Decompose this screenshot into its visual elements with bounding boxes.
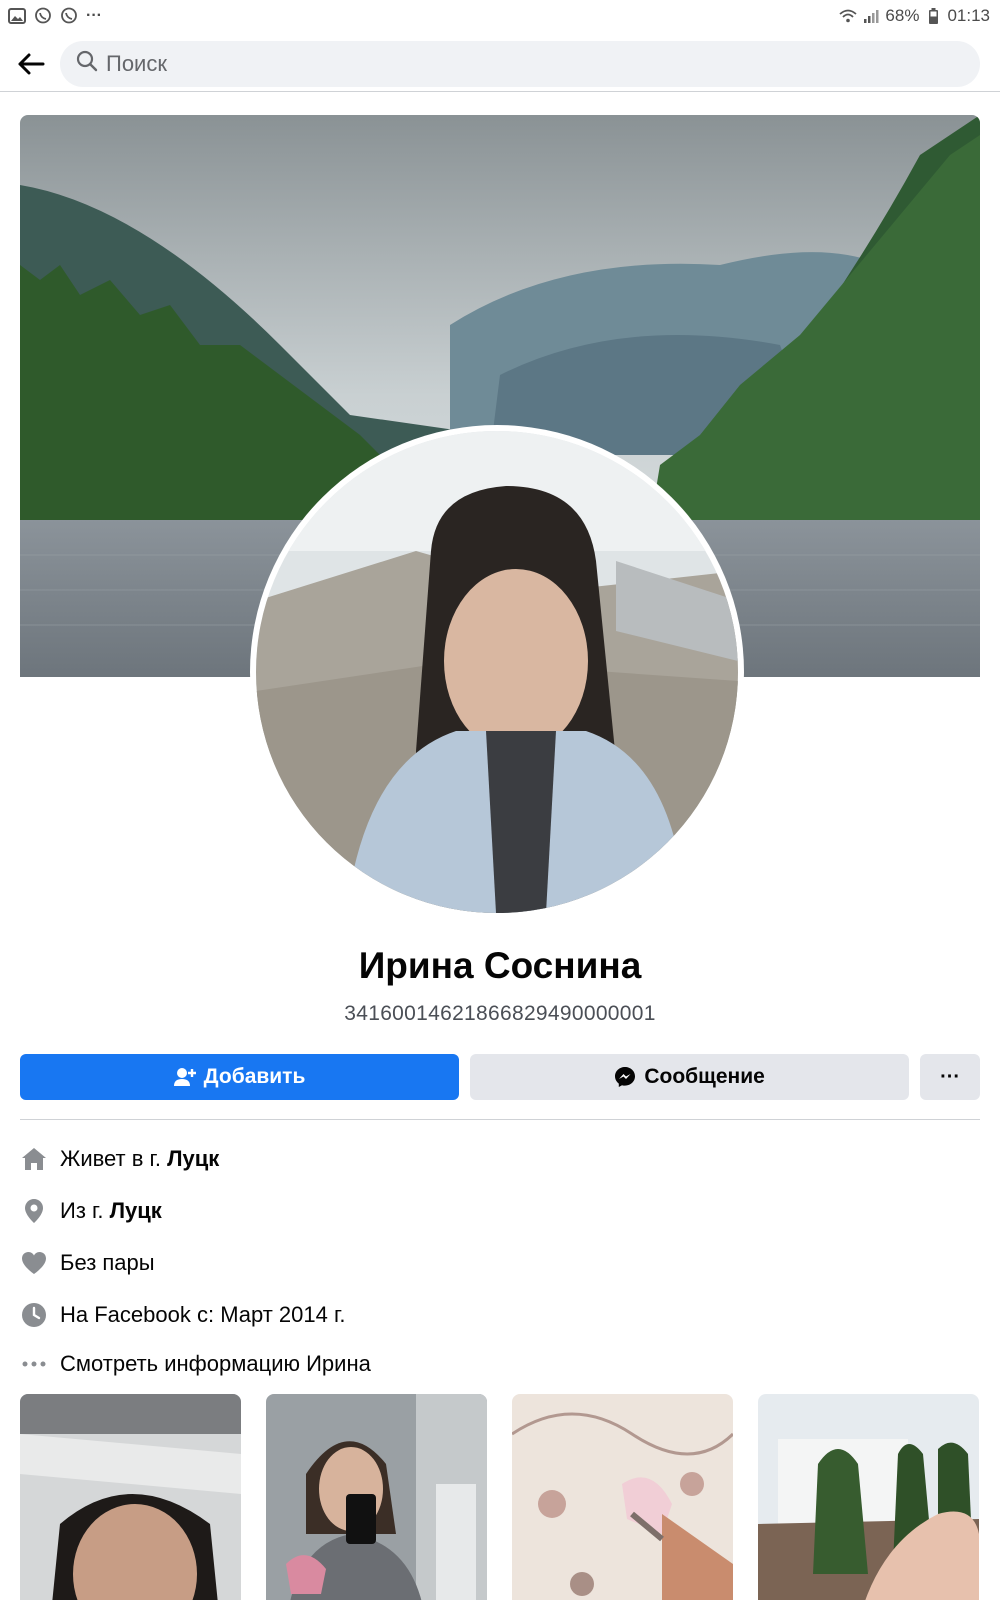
info-lives-in: Живет в г. Луцк xyxy=(20,1133,980,1185)
profile-actions: Добавить Сообщение ··· xyxy=(20,1054,980,1100)
back-arrow-icon xyxy=(18,53,45,74)
message-button[interactable]: Сообщение xyxy=(470,1054,910,1100)
see-about-info-label: Смотреть информацию Ирина xyxy=(60,1351,371,1376)
wifi-icon xyxy=(839,7,858,25)
joined-date: На Facebook с: Март 2014 г. xyxy=(60,1302,346,1327)
photo-thumbnail[interactable] xyxy=(266,1394,487,1600)
location-pin-icon xyxy=(20,1197,48,1225)
top-bar xyxy=(0,36,1000,92)
battery-icon xyxy=(924,7,942,25)
relationship-status: Без пары xyxy=(60,1250,155,1275)
profile-picture[interactable] xyxy=(250,425,744,919)
see-about-info-link[interactable]: Смотреть информацию Ирина xyxy=(20,1341,980,1387)
lives-in-city[interactable]: Луцк xyxy=(167,1146,219,1171)
lives-in-prefix: Живет в г. xyxy=(60,1146,168,1171)
photo-grid xyxy=(20,1394,980,1600)
messenger-icon xyxy=(615,1067,636,1087)
add-friend-icon xyxy=(173,1068,196,1086)
info-from: Из г. Луцк xyxy=(20,1185,980,1237)
search-input[interactable] xyxy=(106,50,964,77)
clock: 01:13 xyxy=(947,6,990,25)
photo-thumbnail[interactable] xyxy=(512,1394,733,1600)
heart-icon xyxy=(20,1249,48,1277)
message-label: Сообщение xyxy=(644,1065,765,1088)
status-left: ··· xyxy=(8,7,102,25)
add-friend-button[interactable]: Добавить xyxy=(20,1054,460,1100)
ellipsis-icon xyxy=(20,1350,48,1378)
more-notifications-indicator: ··· xyxy=(86,7,102,24)
photo-thumbnail[interactable] xyxy=(20,1394,241,1600)
intro-info: Живет в г. Луцк Из г. Луцк Без пары На F… xyxy=(20,1133,980,1387)
profile-name: Ирина Соснина xyxy=(358,945,642,986)
status-bar: ··· 68% 01:13 xyxy=(0,0,1000,32)
viber-notification-icon xyxy=(34,7,52,25)
add-friend-label: Добавить xyxy=(203,1065,306,1088)
divider xyxy=(20,1119,980,1120)
info-relationship: Без пары xyxy=(20,1237,980,1289)
search-icon xyxy=(76,50,98,77)
status-right: 68% 01:13 xyxy=(839,6,990,26)
back-button[interactable] xyxy=(14,47,48,81)
viber-notification-icon-2 xyxy=(60,7,78,25)
home-icon xyxy=(20,1145,48,1173)
from-city[interactable]: Луцк xyxy=(110,1198,162,1223)
search-bar[interactable] xyxy=(60,40,980,87)
photo-thumbnail[interactable] xyxy=(758,1394,979,1600)
gallery-notification-icon xyxy=(8,7,26,25)
more-options-label: ··· xyxy=(940,1065,961,1088)
profile-id: 34160014621866829490000001 xyxy=(344,1002,656,1025)
battery-percent: 68% xyxy=(885,6,920,25)
from-prefix: Из г. xyxy=(60,1198,110,1223)
more-options-button[interactable]: ··· xyxy=(920,1054,980,1100)
clock-icon xyxy=(20,1301,48,1329)
info-joined: На Facebook с: Март 2014 г. xyxy=(20,1289,980,1341)
signal-icon xyxy=(862,7,880,25)
